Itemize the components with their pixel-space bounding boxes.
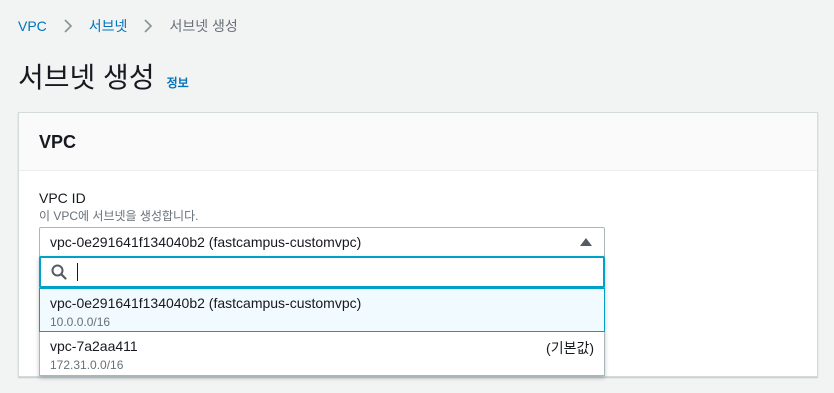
dropdown-option-default-vpc[interactable]: vpc-7a2aa411 172.31.0.0/16 (기본값) <box>40 332 604 376</box>
select-value: vpc-0e291641f134040b2 (fastcampus-custom… <box>50 234 362 250</box>
panel-title: VPC <box>39 132 77 152</box>
info-link[interactable]: 정보 <box>167 74 189 91</box>
search-input[interactable] <box>88 264 588 280</box>
breadcrumb-vpc-link[interactable]: VPC <box>18 18 47 34</box>
page-title: 서브넷 생성 <box>18 62 155 93</box>
vpc-panel: VPC VPC ID 이 VPC에 서브넷을 생성합니다. vpc-0e2916… <box>18 112 818 377</box>
dropdown-option-customvpc[interactable]: vpc-0e291641f134040b2 (fastcampus-custom… <box>39 288 605 332</box>
breadcrumb: VPC 서브넷 서브넷 생성 <box>18 16 238 36</box>
option-cidr: 172.31.0.0/16 <box>50 358 124 372</box>
text-cursor <box>77 263 78 281</box>
vpc-dropdown-list: vpc-0e291641f134040b2 (fastcampus-custom… <box>39 256 605 376</box>
option-cidr: 10.0.0.0/16 <box>50 315 111 329</box>
chevron-right-icon <box>137 17 159 35</box>
option-label: vpc-0e291641f134040b2 (fastcampus-custom… <box>50 295 362 311</box>
vpc-id-select[interactable]: vpc-0e291641f134040b2 (fastcampus-custom… <box>39 227 605 257</box>
option-label: vpc-7a2aa411 <box>50 338 138 354</box>
field-description: 이 VPC에 서브넷을 생성합니다. <box>39 209 199 223</box>
caret-up-icon[interactable] <box>580 238 592 246</box>
breadcrumb-current: 서브넷 생성 <box>169 18 238 34</box>
field-label: VPC ID <box>39 190 86 206</box>
page-header: 서브넷 생성 정보 <box>18 56 189 96</box>
search-icon <box>51 264 67 280</box>
panel-header: VPC <box>19 113 817 171</box>
vpc-id-field: VPC ID 이 VPC에 서브넷을 생성합니다. <box>39 189 605 224</box>
default-tag: (기본값) <box>546 340 594 356</box>
breadcrumb-subnets-link[interactable]: 서브넷 <box>89 16 128 36</box>
chevron-right-icon <box>57 17 79 35</box>
dropdown-search[interactable] <box>39 256 605 288</box>
